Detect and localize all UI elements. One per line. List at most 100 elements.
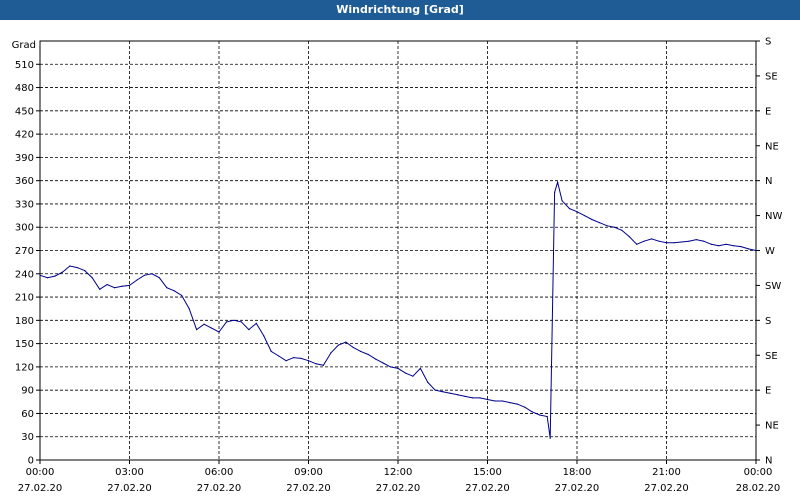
data-point <box>99 288 101 290</box>
data-point <box>76 267 78 269</box>
data-point <box>449 392 451 394</box>
y-tick-label: 450 <box>15 106 34 117</box>
y-tick-label: 300 <box>15 223 34 234</box>
data-point <box>688 240 690 242</box>
data-point <box>598 222 601 224</box>
data-point <box>636 243 638 245</box>
data-point <box>389 366 392 368</box>
x-tick-time: 06:00 <box>205 467 234 478</box>
x-tick-date: 27.02.20 <box>644 483 689 494</box>
data-point <box>322 364 324 366</box>
y-tick-label: 390 <box>15 153 34 164</box>
data-point <box>680 241 683 243</box>
data-point <box>549 437 551 439</box>
data-point <box>710 243 712 245</box>
data-point <box>509 402 511 404</box>
data-point <box>69 265 71 267</box>
data-point <box>740 246 742 248</box>
data-point <box>240 321 242 323</box>
y-tick-label: 60 <box>21 409 34 420</box>
right-tick-label: S <box>765 37 771 48</box>
right-tick-label: N <box>765 176 772 187</box>
data-point <box>747 248 750 250</box>
y-tick-label: 0 <box>28 456 34 467</box>
y-tick-label: 90 <box>21 386 34 397</box>
data-point <box>337 344 339 346</box>
data-point <box>307 360 310 362</box>
data-point <box>255 322 257 324</box>
x-axis: 00:00 27.02.20 03:00 27.02.20 06:00 27.02.20 0… <box>18 460 781 494</box>
data-point <box>263 335 265 337</box>
data-point <box>539 414 541 416</box>
data-point <box>210 327 213 329</box>
data-point <box>442 391 444 393</box>
x-tick-time: 03:00 <box>115 467 144 478</box>
right-tick-label: E <box>765 386 771 397</box>
data-point <box>404 372 407 374</box>
series-line <box>39 180 757 439</box>
data-point <box>114 287 116 289</box>
data-point <box>375 358 377 360</box>
data-point <box>285 360 287 362</box>
data-point <box>106 284 108 286</box>
data-point <box>591 218 593 221</box>
series-points <box>39 181 757 439</box>
data-point <box>546 415 548 418</box>
data-point <box>46 277 49 279</box>
right-tick-label: SW <box>765 281 781 292</box>
data-point <box>557 181 559 183</box>
data-point <box>651 238 653 240</box>
data-point <box>583 215 586 217</box>
data-point <box>315 363 317 365</box>
data-point <box>725 243 727 245</box>
data-point <box>278 355 280 357</box>
x-tick-date: 27.02.20 <box>376 483 421 494</box>
data-point <box>419 367 421 369</box>
data-point <box>524 406 526 408</box>
data-point <box>621 229 623 231</box>
data-point <box>382 362 384 364</box>
data-point <box>233 319 235 321</box>
data-point <box>554 191 556 193</box>
data-point <box>479 397 481 399</box>
x-tick-date: 27.02.20 <box>197 483 242 494</box>
data-point <box>352 346 354 349</box>
y-tick-label: 360 <box>15 176 34 187</box>
data-point <box>330 352 332 354</box>
y-tick-label: 120 <box>15 362 34 373</box>
x-tick-time: 21:00 <box>652 467 681 478</box>
data-point <box>91 277 93 279</box>
right-tick-label: S <box>765 316 771 327</box>
grid-lines <box>40 41 756 460</box>
y-tick-label: 210 <box>15 293 34 304</box>
data-point <box>54 275 56 277</box>
data-point <box>718 245 720 247</box>
data-point <box>345 341 347 343</box>
data-point <box>181 294 183 297</box>
y-tick-label: 420 <box>15 130 34 141</box>
data-point <box>166 287 168 289</box>
data-point <box>39 274 41 276</box>
right-tick-label: W <box>765 246 775 257</box>
data-point <box>270 350 272 352</box>
data-point <box>501 400 503 402</box>
data-point <box>203 323 205 325</box>
data-point <box>397 367 399 369</box>
data-point <box>703 240 705 242</box>
chart-area: 0 30 60 90 120 150 180 210 240 270 300 330 360 390 420… <box>12 37 783 495</box>
x-tick-date: 27.02.20 <box>107 483 152 494</box>
right-axis: N NE E SE S SW W NW N NE E SE S <box>756 37 782 467</box>
x-tick-time: 00:00 <box>26 467 55 478</box>
y-axis-label: Grad <box>12 40 36 51</box>
right-tick-label: SE <box>765 351 778 362</box>
right-tick-label: NE <box>765 141 779 152</box>
data-point <box>218 331 220 333</box>
data-point <box>665 242 668 244</box>
right-tick-label: E <box>765 106 771 117</box>
y-tick-label: 510 <box>15 60 34 71</box>
x-tick-time: 00:00 <box>744 467 773 478</box>
data-point <box>158 277 160 279</box>
x-tick-time: 15:00 <box>473 467 502 478</box>
x-tick-date: 28.02.20 <box>736 483 781 494</box>
y-tick-label: 330 <box>15 199 34 210</box>
